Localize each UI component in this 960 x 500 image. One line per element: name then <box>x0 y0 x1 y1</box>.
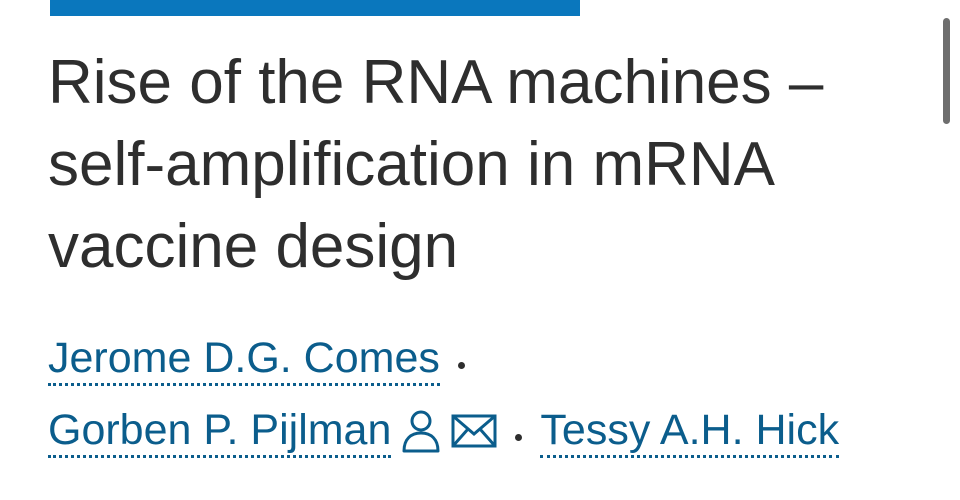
author-link-gorben-pijlman[interactable]: Gorben P. Pijlman <box>48 405 392 458</box>
title-line: Rise of the RNA machines – <box>48 48 824 117</box>
envelope-icon[interactable] <box>451 414 497 448</box>
separator-dot <box>457 361 465 369</box>
separator-dot <box>515 433 523 441</box>
author-row: Gorben P. Pijlman Tessy A.H. Hick <box>48 402 948 460</box>
author-list: Jerome D.G. Comes Gorben P. Pijlman Tess… <box>48 330 948 474</box>
header-accent-bar <box>50 0 580 16</box>
author-row: Jerome D.G. Comes <box>48 330 948 388</box>
title-line: self-amplification in mRNA <box>48 130 775 199</box>
author-link-tessy-hick[interactable]: Tessy A.H. Hick <box>540 405 840 458</box>
article-title: Rise of the RNA machines – self-amplific… <box>48 42 953 288</box>
title-line: vaccine design <box>48 212 459 281</box>
author-link-jerome-comes[interactable]: Jerome D.G. Comes <box>48 333 440 386</box>
person-icon[interactable] <box>401 409 441 453</box>
